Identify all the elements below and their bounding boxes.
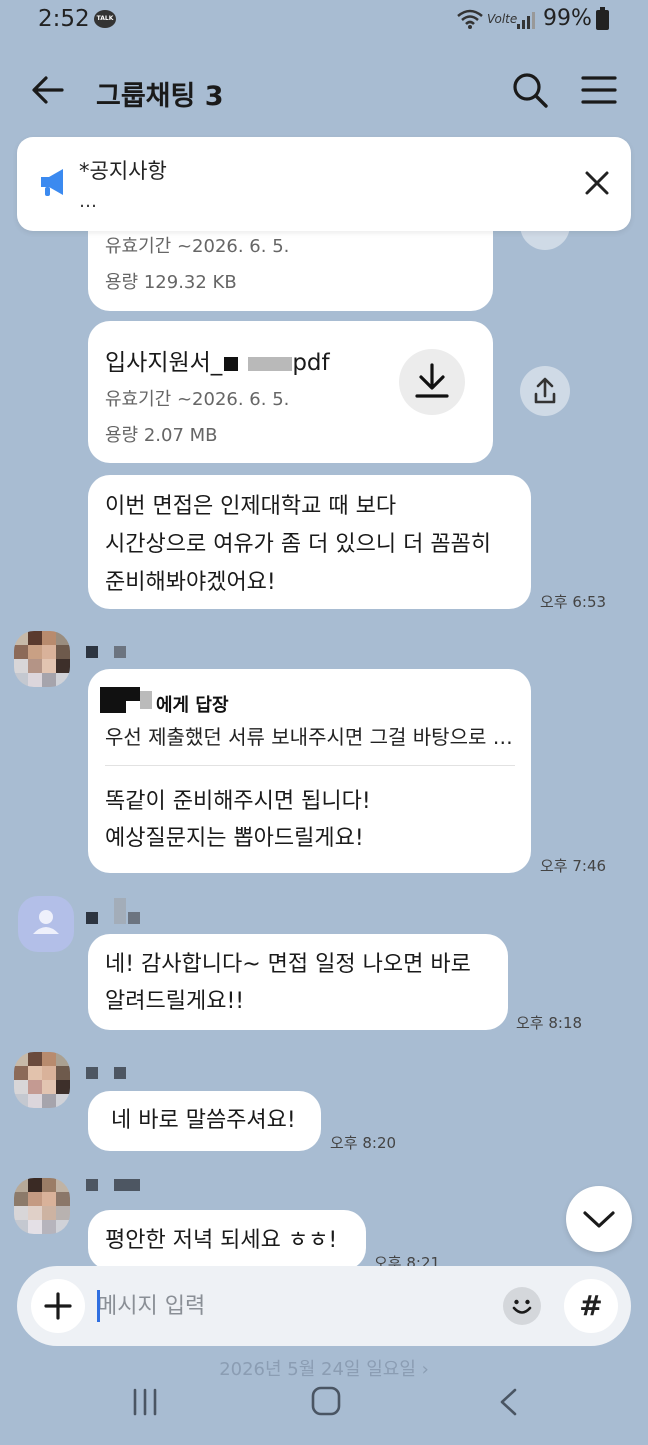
share-icon [534,377,556,404]
recent-apps-icon[interactable] [128,1386,162,1418]
avatar[interactable] [14,1178,70,1234]
message-line: 네! 감사합니다~ 면접 일정 나오면 바로 [105,952,471,977]
add-button[interactable] [31,1279,85,1333]
avatar[interactable] [14,1052,70,1108]
message-bubble[interactable]: 네 바로 말씀주셔요! [88,1091,321,1151]
chevron-down-icon [583,1211,615,1228]
message-line: 이번 면접은 인제대학교 때 보다 [105,494,397,519]
message-time: 오후 8:20 [330,1134,397,1152]
sender-name [86,912,98,924]
back-arrow-icon[interactable] [28,70,68,110]
avatar[interactable] [14,631,70,687]
avatar[interactable] [18,896,74,952]
emoji-icon [512,1299,532,1314]
sender-name [114,1067,126,1079]
hashtag-button[interactable]: # [564,1279,618,1333]
file-expiry: 유효기간 ~2026. 6. 5. [105,389,290,410]
scroll-down-button[interactable] [566,1186,632,1252]
wifi-icon [457,9,483,29]
download-icon [415,363,449,398]
message-input[interactable] [97,1286,477,1326]
file-name-prefix: 입사지원서_ [105,350,223,376]
message-line: 알려드릴게요!! [105,989,245,1014]
redacted-block [224,356,239,371]
megaphone-icon [41,169,63,196]
message-bubble[interactable]: 평안한 저녁 되세요 ㅎㅎ! [88,1210,366,1270]
redacted-block [140,691,152,709]
message-time: 오후 8:18 [516,1014,583,1032]
text-caret [97,1290,100,1322]
sender-name [114,898,126,924]
redacted-block [100,687,126,713]
sender-name [114,646,126,658]
sender-name [86,1179,98,1191]
status-bar: 2:52 TALK Volte 99% [0,0,648,44]
sender-name [114,1179,140,1191]
message-line: 똑같이 준비해주시면 됩니다! [105,789,371,814]
message-time: 오후 7:46 [540,857,607,875]
redacted-block [126,687,140,701]
plus-icon [44,1292,72,1320]
status-time: 2:52 [38,6,90,32]
home-icon[interactable] [310,1385,342,1417]
default-profile-icon [33,910,59,934]
menu-icon[interactable] [578,70,620,110]
signal-icon [517,12,535,29]
message-line: 예상질문지는 뽑아드릴게요! [105,826,364,851]
battery-icon [596,7,609,30]
emoji-button[interactable] [503,1287,541,1325]
file-extension: pdf [292,350,330,376]
sender-name [128,912,140,924]
reply-message-bubble[interactable]: 에게 답장 우선 제출했던 서류 보내주시면 그걸 바탕으로 … 똑같이 준비해… [88,669,531,873]
reply-divider [105,765,515,766]
reply-to-label: 에게 답장 [156,695,229,716]
search-icon[interactable] [510,70,550,110]
close-icon[interactable] [581,167,613,199]
file-name: 입사지원서_ pdf [105,343,330,377]
chat-title: 그룹채팅 3 [96,81,224,112]
message-line: 시간상으로 여유가 좀 더 있으니 더 꼼꼼히 [105,532,492,557]
file-expiry: 유효기간 ~2026. 6. 5. [105,236,290,257]
reply-quote: 우선 제출했던 서류 보내주시면 그걸 바탕으로 … [105,725,513,749]
file-size: 용량 2.07 MB [105,425,218,446]
notice-preview: … [79,191,97,212]
notice-title: *공지사항 [79,159,167,183]
date-divider: 2026년 5월 24일 일요일 › [219,1359,429,1380]
message-text: 평안한 저녁 되세요 ㅎㅎ! [105,1228,338,1253]
file-message-2[interactable]: 입사지원서_ pdf 유효기간 ~2026. 6. 5. 용량 2.07 MB [88,321,493,463]
file-size: 용량 129.32 KB [105,272,237,293]
message-bubble[interactable]: 네! 감사합니다~ 면접 일정 나오면 바로 알려드릴게요!! [88,934,508,1030]
share-button[interactable] [520,366,570,416]
battery-percent: 99% [543,6,592,31]
sender-name [86,1067,98,1079]
redacted-block [248,356,293,371]
talk-notification-icon: TALK [94,10,116,28]
message-line: 준비해봐야겠어요! [105,570,276,595]
message-input-bar: # [17,1266,631,1346]
notice-banner[interactable]: *공지사항 … [17,137,631,231]
message-text: 네 바로 말씀주셔요! [111,1108,296,1133]
download-button[interactable] [399,349,465,415]
message-bubble[interactable]: 이번 면접은 인제대학교 때 보다 시간상으로 여유가 좀 더 있으니 더 꼼꼼… [88,475,531,609]
nav-back-icon[interactable] [495,1386,521,1418]
volte-label: Volte [487,12,518,26]
message-time: 오후 6:53 [540,593,607,611]
sender-name [86,646,98,658]
